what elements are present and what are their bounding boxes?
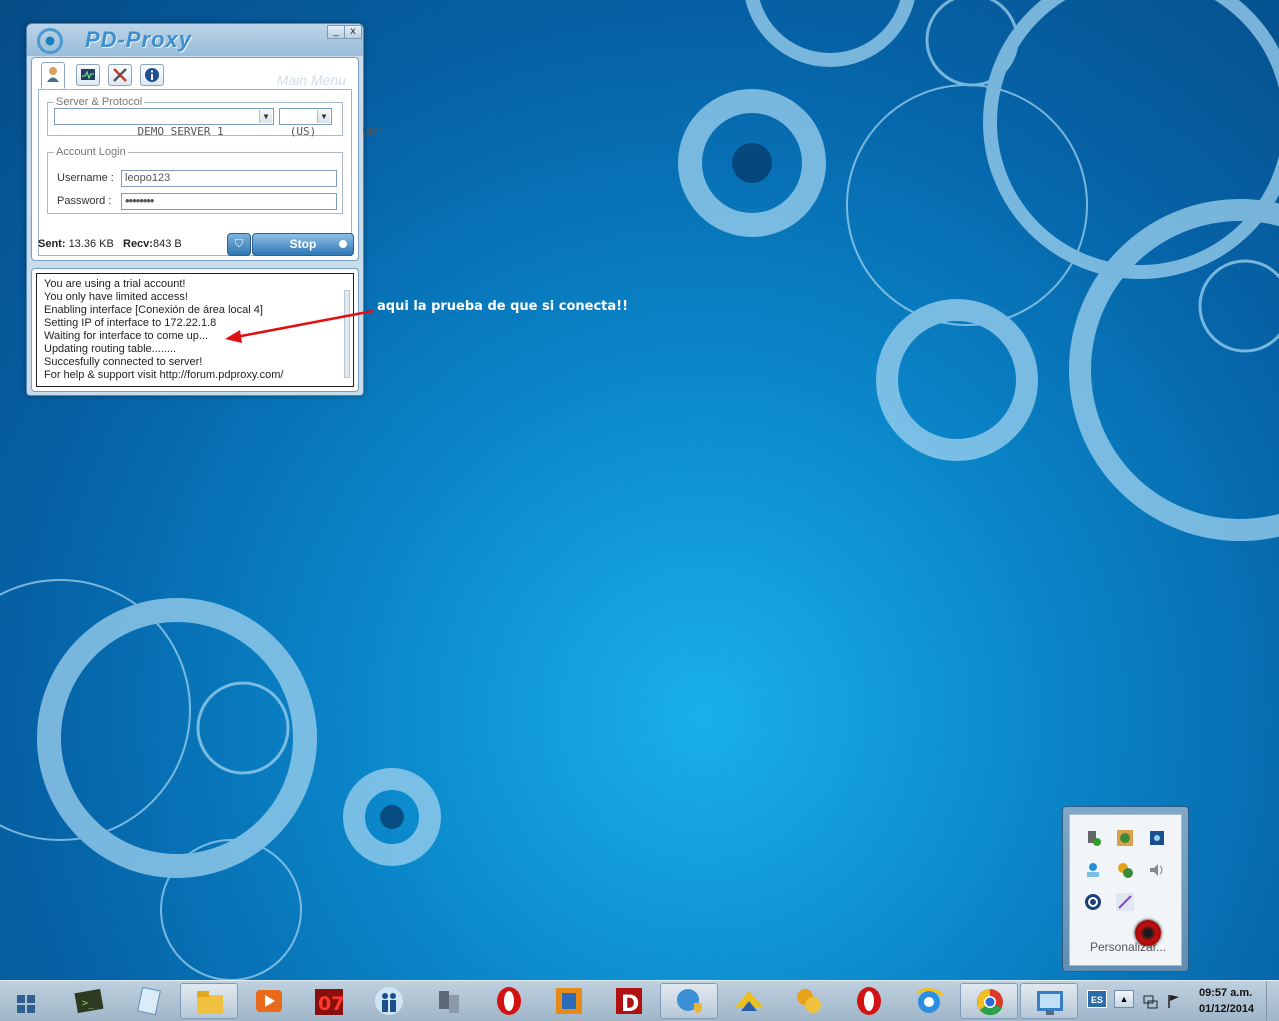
app-c-icon[interactable]: [1084, 893, 1102, 911]
taskbar-app-chrome[interactable]: [960, 983, 1018, 1019]
svg-text:07: 07: [318, 993, 344, 1015]
windows-start-icon: [17, 995, 35, 1013]
chrome-icon: [977, 989, 1003, 1016]
taskbar-app-arrow-tool[interactable]: [720, 983, 778, 1019]
globe-shield-icon: [677, 989, 702, 1013]
taskbar-app-internet-explorer[interactable]: [900, 983, 958, 1019]
taskbar-app-installer[interactable]: [540, 983, 598, 1019]
opera-icon: [857, 987, 881, 1015]
taskbar-app-dtool[interactable]: D: [600, 983, 658, 1019]
taskbar-app-opera[interactable]: [480, 983, 538, 1019]
network-tool-icon: [439, 991, 459, 1013]
internet-explorer-icon: [916, 988, 944, 1013]
arrow-tool-icon: [735, 991, 763, 1011]
media-player-icon: [256, 990, 282, 1012]
action-center-flag-icon[interactable]: [1166, 993, 1182, 1009]
chevron-up-icon: ▲: [1119, 994, 1129, 1004]
taskbar-app-network-tool[interactable]: [420, 983, 478, 1019]
network-icon[interactable]: [1142, 993, 1158, 1009]
annotation-arrow: [225, 309, 374, 343]
annotation-text: aqui la prueba de que si conecta!!: [377, 299, 628, 314]
control-panel-icon: [1037, 991, 1063, 1015]
taskbar-app-control-panel[interactable]: [1020, 983, 1078, 1019]
updater-icon[interactable]: [1116, 829, 1134, 847]
terminal-icon: >_: [74, 988, 104, 1014]
volume-icon[interactable]: [1148, 861, 1166, 879]
show-desktop-button[interactable]: [1266, 981, 1279, 1021]
taskbar-app-network-globe[interactable]: [660, 983, 718, 1019]
utility-icon: [797, 989, 821, 1013]
network-adapter-icon[interactable]: [1148, 829, 1166, 847]
installer-icon: [556, 988, 582, 1014]
taskbar-app-opera-2[interactable]: [840, 983, 898, 1019]
taskbar-app-terminal[interactable]: >_: [60, 983, 118, 1019]
svg-text:D: D: [621, 992, 639, 1017]
taskbar-app-media[interactable]: [240, 983, 298, 1019]
taskbar: >_ 07 D ES ▲ 09:57 a.m. 01/12/2014: [0, 980, 1279, 1021]
folder-icon: [197, 991, 223, 1014]
clock-date[interactable]: 01/12/2014: [1199, 1003, 1254, 1015]
tray-icons-panel: Personalizar...: [1069, 814, 1182, 966]
taskbar-app-people[interactable]: [360, 983, 418, 1019]
pen-tool-icon[interactable]: [1116, 893, 1134, 911]
d-app-icon: D: [616, 988, 642, 1017]
usb-icon[interactable]: [1084, 829, 1102, 847]
cursor-icon: [1135, 920, 1161, 946]
desktop: PD-Proxy _ x Main Menu Server & Protocol: [0, 0, 1279, 980]
log-line: For help & support visit http://forum.pd…: [44, 369, 284, 381]
ares-07-icon: 07: [315, 989, 344, 1015]
notepad-icon: [137, 986, 161, 1016]
security-icon[interactable]: [1116, 861, 1134, 879]
taskbar-app-ares[interactable]: 07: [300, 983, 358, 1019]
svg-text:>_: >_: [82, 998, 95, 1009]
taskbar-app-notepad[interactable]: [120, 983, 178, 1019]
taskbar-app-explorer[interactable]: [180, 983, 238, 1019]
user-status-icon[interactable]: [1084, 861, 1102, 879]
show-hidden-icons-button[interactable]: ▲: [1114, 990, 1134, 1008]
clock-time[interactable]: 09:57 a.m.: [1199, 987, 1252, 999]
start-button[interactable]: [0, 983, 58, 1019]
tray-flyout: Personalizar...: [1062, 806, 1189, 972]
taskbar-app-utility[interactable]: [780, 983, 838, 1019]
people-icon: [375, 987, 403, 1015]
opera-icon: [497, 987, 521, 1015]
language-indicator[interactable]: ES: [1087, 990, 1107, 1008]
